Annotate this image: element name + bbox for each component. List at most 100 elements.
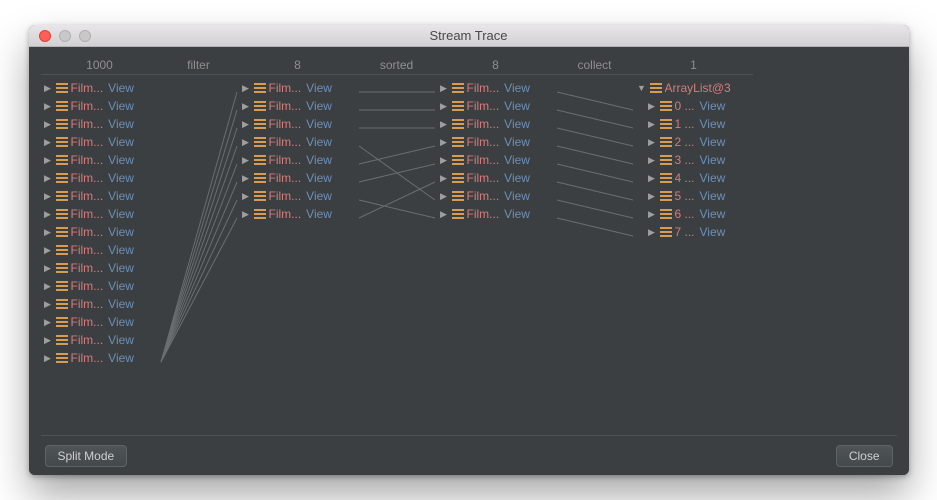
chevron-right-icon[interactable]: ▶ [43,299,53,310]
chevron-right-icon[interactable]: ▶ [241,173,251,184]
list-item[interactable]: ▶Film...View [239,97,357,115]
list-item[interactable]: ▶Film...View [239,115,357,133]
list-item[interactable]: ▶Film...View [437,79,555,97]
view-link[interactable]: View [504,99,530,113]
chevron-right-icon[interactable]: ▶ [43,263,53,274]
view-link[interactable]: View [504,117,530,131]
view-link[interactable]: View [108,351,134,365]
chevron-right-icon[interactable]: ▶ [43,245,53,256]
chevron-right-icon[interactable]: ▶ [647,227,657,238]
view-link[interactable]: View [108,117,134,131]
list-item[interactable]: ▶Film...View [41,295,159,313]
view-link[interactable]: View [700,189,726,203]
list-item[interactable]: ▶Film...View [41,259,159,277]
list-item[interactable]: ▶Film...View [437,133,555,151]
list-item[interactable]: ▶Film...View [41,115,159,133]
view-link[interactable]: View [108,189,134,203]
view-link[interactable]: View [108,153,134,167]
chevron-right-icon[interactable]: ▶ [43,191,53,202]
list-item[interactable]: ▶Film...View [41,187,159,205]
list-item[interactable]: ▶4 ...View [635,169,753,187]
zoom-window-icon[interactable] [79,30,91,42]
chevron-right-icon[interactable]: ▶ [43,353,53,364]
chevron-right-icon[interactable]: ▶ [439,83,449,94]
chevron-right-icon[interactable]: ▶ [439,173,449,184]
close-window-icon[interactable] [39,30,51,42]
close-button[interactable]: Close [836,445,893,467]
list-item[interactable]: ▶2 ...View [635,133,753,151]
view-link[interactable]: View [108,171,134,185]
list-item[interactable]: ▶5 ...View [635,187,753,205]
view-link[interactable]: View [504,135,530,149]
list-item[interactable]: ▶Film...View [239,187,357,205]
list-item[interactable]: ▶Film...View [41,277,159,295]
chevron-right-icon[interactable]: ▶ [43,209,53,220]
view-link[interactable]: View [700,99,726,113]
chevron-right-icon[interactable]: ▶ [241,209,251,220]
list-item[interactable]: ▶Film...View [239,79,357,97]
view-link[interactable]: View [504,189,530,203]
chevron-right-icon[interactable]: ▶ [43,281,53,292]
view-link[interactable]: View [108,333,134,347]
chevron-right-icon[interactable]: ▶ [439,191,449,202]
chevron-right-icon[interactable]: ▶ [241,137,251,148]
list-item[interactable]: ▶7 ...View [635,223,753,241]
chevron-right-icon[interactable]: ▶ [647,173,657,184]
chevron-right-icon[interactable]: ▶ [647,119,657,130]
chevron-right-icon[interactable]: ▶ [43,227,53,238]
view-link[interactable]: View [108,207,134,221]
list-item[interactable]: ▶0 ...View [635,97,753,115]
view-link[interactable]: View [306,135,332,149]
view-link[interactable]: View [108,261,134,275]
chevron-right-icon[interactable]: ▶ [43,173,53,184]
list-item[interactable]: ▶Film...View [437,187,555,205]
list-item[interactable]: ▶Film...View [239,151,357,169]
view-link[interactable]: View [108,315,134,329]
view-link[interactable]: View [306,81,332,95]
view-link[interactable]: View [306,207,332,221]
chevron-right-icon[interactable]: ▶ [43,155,53,166]
list-item[interactable]: ▶Film...View [41,205,159,223]
view-link[interactable]: View [306,171,332,185]
chevron-right-icon[interactable]: ▶ [647,191,657,202]
chevron-right-icon[interactable]: ▶ [647,101,657,112]
view-link[interactable]: View [306,99,332,113]
list-item[interactable]: ▶Film...View [437,97,555,115]
list-item[interactable]: ▶Film...View [41,223,159,241]
split-mode-button[interactable]: Split Mode [45,445,128,467]
minimize-window-icon[interactable] [59,30,71,42]
list-item[interactable]: ▶Film...View [41,97,159,115]
chevron-right-icon[interactable]: ▶ [241,101,251,112]
chevron-right-icon[interactable]: ▶ [439,155,449,166]
list-item[interactable]: ▶Film...View [437,205,555,223]
list-item[interactable]: ▶Film...View [41,313,159,331]
view-link[interactable]: View [700,207,726,221]
view-link[interactable]: View [108,243,134,257]
view-link[interactable]: View [700,171,726,185]
chevron-right-icon[interactable]: ▶ [439,209,449,220]
list-item[interactable]: ▶Film...View [437,151,555,169]
view-link[interactable]: View [504,81,530,95]
chevron-right-icon[interactable]: ▶ [439,137,449,148]
list-item[interactable]: ▶6 ...View [635,205,753,223]
list-item[interactable]: ▶Film...View [41,169,159,187]
view-link[interactable]: View [306,153,332,167]
view-link[interactable]: View [108,99,134,113]
chevron-right-icon[interactable]: ▶ [43,119,53,130]
view-link[interactable]: View [306,189,332,203]
list-item[interactable]: ▶Film...View [41,79,159,97]
view-link[interactable]: View [306,117,332,131]
chevron-right-icon[interactable]: ▶ [43,317,53,328]
list-item[interactable]: ▶Film...View [437,115,555,133]
view-link[interactable]: View [700,225,726,239]
chevron-down-icon[interactable]: ▼ [637,83,647,93]
list-item[interactable]: ▶1 ...View [635,115,753,133]
view-link[interactable]: View [504,207,530,221]
view-link[interactable]: View [504,153,530,167]
view-link[interactable]: View [108,135,134,149]
view-link[interactable]: View [504,171,530,185]
view-link[interactable]: View [108,279,134,293]
list-item[interactable]: ▼ArrayList@3 [635,79,753,97]
chevron-right-icon[interactable]: ▶ [241,83,251,94]
view-link[interactable]: View [108,225,134,239]
